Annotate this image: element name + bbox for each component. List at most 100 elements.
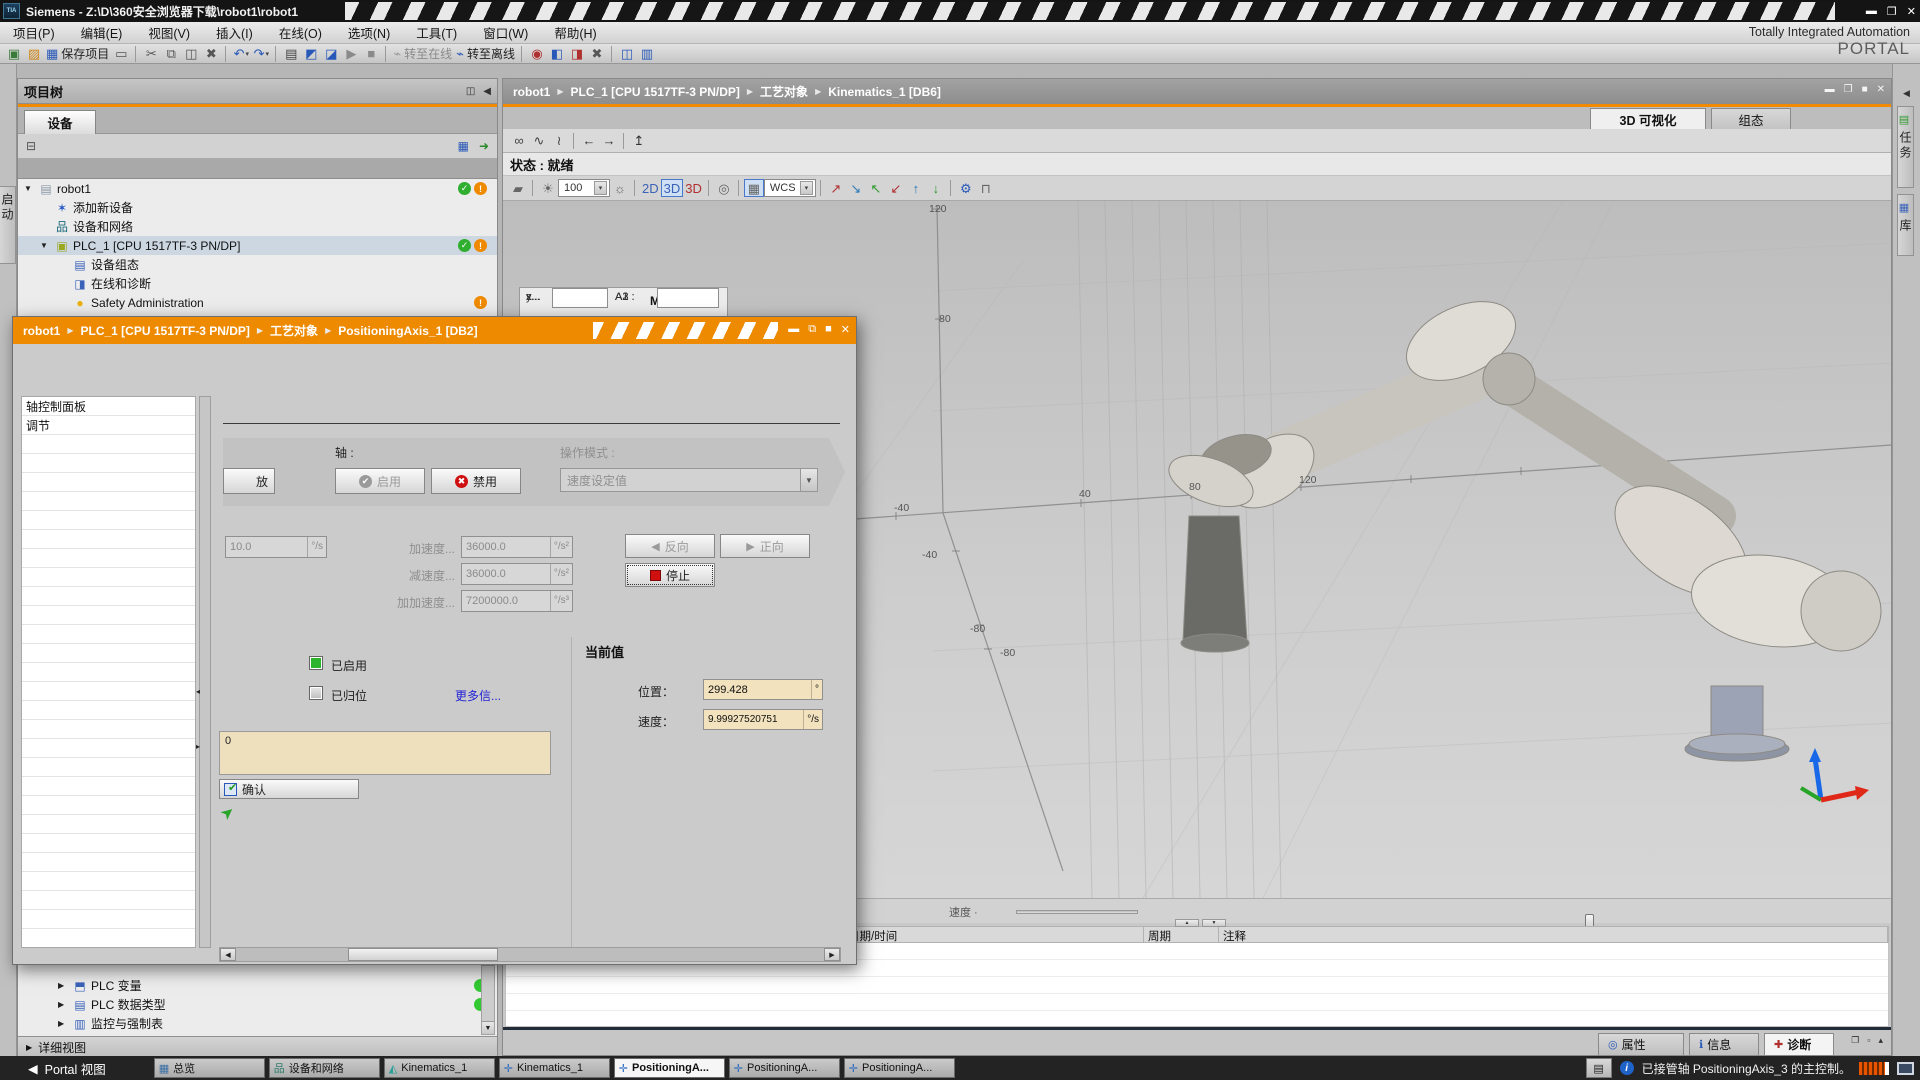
view-3d-icon[interactable]: 3D — [661, 179, 684, 197]
close-button[interactable]: ✕ — [1907, 5, 1916, 18]
tree-item-plc1[interactable]: ▼ ▣ PLC_1 [CPU 1517TF-3 PN/DP] ✓ ! — [18, 236, 497, 255]
tree-item-add-device[interactable]: ✶ 添加新设备 — [18, 198, 497, 217]
view-2d-icon[interactable]: 2D — [640, 179, 661, 197]
filter-icon[interactable]: ⊟ — [26, 139, 36, 153]
undo-icon[interactable]: ↶ ▾ — [231, 45, 251, 63]
tree-item-plc-tags[interactable]: ▶ ⬒ PLC 变量 ● — [18, 976, 497, 995]
splitter-up-icon[interactable]: ▲ — [1175, 919, 1199, 927]
minimize-button[interactable]: ▬ — [1866, 5, 1877, 17]
mcs-value-field[interactable] — [657, 288, 719, 308]
cs-select[interactable]: WCS ▾ — [764, 179, 816, 197]
vtab-tasks[interactable]: ▤ 任务 — [1897, 106, 1914, 188]
scroll-right-icon[interactable]: ▶ — [824, 948, 840, 961]
menu-item[interactable]: 工具(T) — [403, 23, 470, 42]
sep5[interactable] — [521, 46, 523, 62]
close-connection-icon[interactable]: ✖ — [587, 45, 607, 63]
nav-forward-icon[interactable]: → — [599, 132, 619, 150]
menu-item[interactable]: 编辑(E) — [68, 23, 136, 42]
hscroll-thumb[interactable] — [348, 948, 498, 961]
tree-item-robot1[interactable]: ▼ ▤ robot1 ✓ ! — [18, 179, 497, 198]
view-axis-y-icon[interactable]: ↘ — [846, 179, 866, 197]
sep1[interactable] — [135, 46, 137, 62]
doc-close-button[interactable]: ✕ — [1877, 84, 1885, 95]
sep2[interactable] — [225, 46, 227, 62]
tab-properties[interactable]: ◎ 属性 — [1598, 1033, 1684, 1055]
dlg-minimize-button[interactable]: ▬ — [788, 323, 799, 336]
open-project-icon[interactable]: ▨ — [24, 45, 44, 63]
task-overview[interactable]: ▦ 总览 — [154, 1058, 265, 1078]
doc-maximize-button[interactable]: ■ — [1862, 84, 1868, 95]
maximize-button[interactable]: ❐ — [1887, 5, 1897, 18]
backward-button[interactable]: ◀ 反向 — [625, 534, 715, 558]
disable-axis-button[interactable]: ✖ 禁用 — [431, 468, 521, 494]
sep3[interactable] — [708, 180, 710, 196]
sep4[interactable] — [385, 46, 387, 62]
tab-3d-visualization[interactable]: 3D 可视化 — [1590, 108, 1706, 129]
splitter-left-icon[interactable]: ◂ — [196, 687, 200, 696]
splitter-down-icon[interactable]: ▼ — [1202, 919, 1226, 927]
splitter-right-icon[interactable]: ▸ — [196, 742, 200, 751]
save-project-button[interactable]: ▦ 保存项目 — [44, 45, 111, 63]
collapse-panel-icon[interactable]: ◀ — [483, 86, 491, 97]
collapse-right-icon[interactable]: ◀ — [1903, 88, 1910, 99]
trace-point-icon[interactable]: ≀ — [549, 132, 569, 150]
dialog-nav-scrollbar[interactable] — [199, 396, 211, 948]
decel-field[interactable]: 36000.0°/s² — [461, 563, 573, 585]
task-positioning-2[interactable]: ✛ PositioningA... — [729, 1058, 840, 1078]
table-column-header[interactable]: 日期/时间 — [844, 927, 1144, 942]
start-cpu-icon[interactable]: ▶ — [341, 45, 361, 63]
task-kinematics[interactable]: ✛ Kinematics_1 — [499, 1058, 610, 1078]
display-settings-button[interactable]: ▤ — [1586, 1058, 1612, 1078]
monitor-all-icon[interactable]: ∞ — [509, 132, 529, 150]
start-vtab[interactable]: 启动 — [0, 186, 16, 264]
split-horizontal-icon[interactable]: ◫ — [617, 45, 637, 63]
task-positioning-1[interactable]: ✛ PositioningA... — [614, 1058, 725, 1078]
stop-button[interactable]: 停止 — [625, 563, 715, 587]
tree-item-online-diag[interactable]: ◨ 在线和诊断 — [18, 274, 497, 293]
download-to-device-icon[interactable]: ◩ — [301, 45, 321, 63]
dlg-close-button[interactable]: ✕ — [841, 323, 850, 336]
detail-view-bar[interactable]: ▶ 详细视图 — [18, 1036, 497, 1057]
camera-icon[interactable]: ▰ — [508, 179, 528, 197]
sep4[interactable] — [738, 180, 740, 196]
task-devices-networks[interactable]: 品 设备和网络 — [269, 1058, 380, 1078]
brightness-icon[interactable]: ☀ — [538, 179, 558, 197]
wcs-value-field[interactable] — [552, 288, 608, 308]
dialog-breadcrumb-item[interactable]: 工艺对象 — [270, 322, 318, 339]
new-project-icon[interactable]: ▣ — [4, 45, 24, 63]
menu-item[interactable]: 窗口(W) — [470, 23, 541, 42]
pin-panel-icon[interactable]: ◫ — [466, 86, 475, 97]
tree-item-watch-tables[interactable]: ▶ ▥ 监控与强制表 — [18, 1014, 497, 1033]
table-column-header[interactable]: 周期 — [1144, 927, 1219, 942]
sep6[interactable] — [950, 180, 952, 196]
jerk-field[interactable]: 7200000.0°/s³ — [461, 590, 573, 612]
task-positioning-3[interactable]: ✛ PositioningA... — [844, 1058, 955, 1078]
go-offline-button[interactable]: ⌁ 转至离线 — [454, 45, 517, 63]
receive-alarms-icon[interactable]: ◨ — [567, 45, 587, 63]
inspector-window-button[interactable]: ❐ — [1851, 1035, 1859, 1046]
menu-item[interactable]: 在线(O) — [266, 23, 335, 42]
gripper-icon[interactable]: ⊓ — [976, 179, 996, 197]
compile-icon[interactable]: ▤ — [281, 45, 301, 63]
view-axis-bottom-icon[interactable]: ↓ — [926, 179, 946, 197]
zoom-100-icon[interactable]: ◎ — [714, 179, 734, 197]
view-3d-marker-icon[interactable]: 3D — [683, 179, 704, 197]
enable-axis-button[interactable]: ✔ 启用 — [335, 468, 425, 494]
sep3[interactable] — [275, 46, 277, 62]
inspector-window-button[interactable]: ▫ — [1867, 1035, 1870, 1046]
dialog-hscrollbar[interactable]: ◀ ▶ — [219, 947, 841, 962]
sync-icon[interactable]: ➜ — [479, 139, 489, 153]
tree-item-safety-admin[interactable]: ● Safety Administration ! — [18, 293, 497, 312]
tree-item-device-config[interactable]: ▤ 设备组态 — [18, 255, 497, 274]
enabled-checkbox[interactable] — [309, 656, 323, 670]
view-axis-top-icon[interactable]: ↑ — [906, 179, 926, 197]
sep2[interactable] — [634, 180, 636, 196]
upload-from-device-icon[interactable]: ◪ — [321, 45, 341, 63]
sep2[interactable] — [623, 133, 625, 149]
release-master-button[interactable]: 放 — [223, 468, 275, 494]
doc-minimize-button[interactable]: ▬ — [1825, 84, 1835, 95]
menu-item[interactable]: 插入(I) — [203, 23, 266, 42]
sep5[interactable] — [820, 180, 822, 196]
menu-item[interactable]: 视图(V) — [135, 23, 203, 42]
view-axis-neg-x-icon[interactable]: ↙ — [886, 179, 906, 197]
